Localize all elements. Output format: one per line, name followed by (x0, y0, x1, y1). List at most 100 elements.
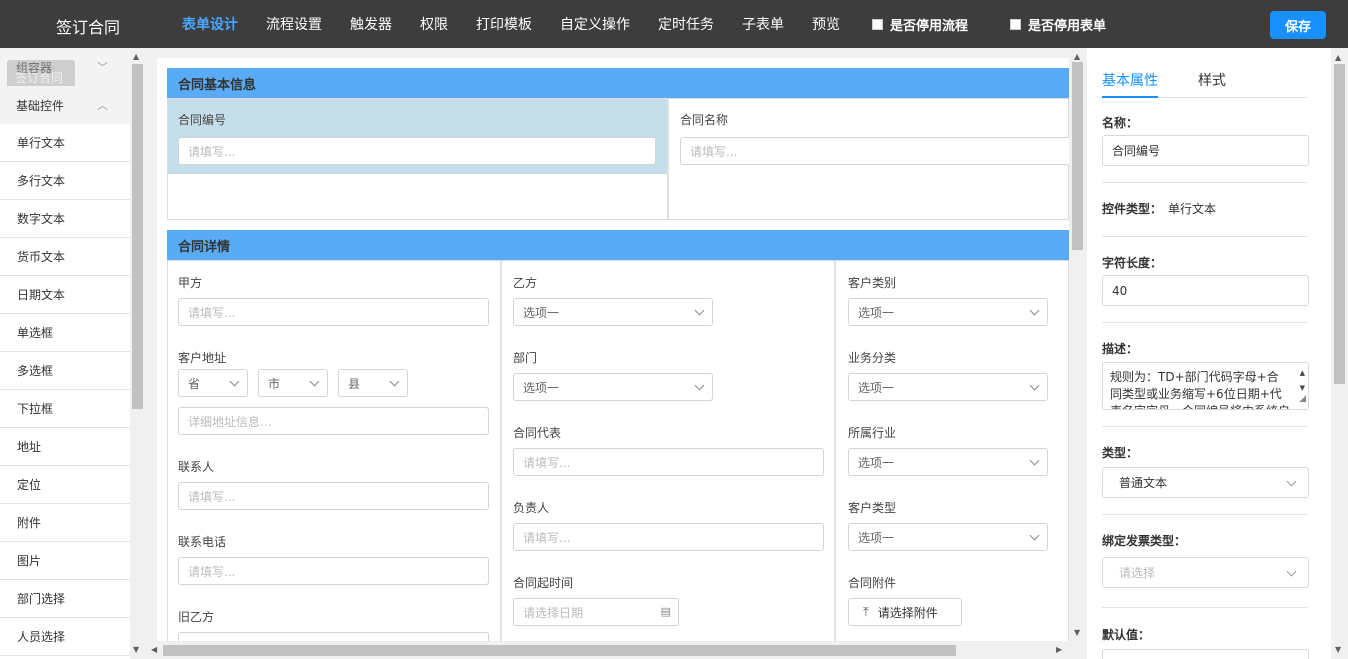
disable-form-checkbox[interactable]: 是否停用表单 (1010, 15, 1106, 34)
scroll-up-icon[interactable]: ▲ (1335, 53, 1341, 62)
old-party-b-input[interactable] (178, 632, 489, 641)
column-divider[interactable] (667, 99, 669, 219)
palette-item-location[interactable]: 定位 (0, 466, 130, 504)
canvas-horizontal-scrollbar[interactable]: ◀ ▶ (145, 641, 1069, 659)
palette-item-radio[interactable]: 单选框 (0, 314, 130, 352)
palette-item-number[interactable]: 数字文本 (0, 200, 130, 238)
start-date-placeholder: 请选择日期 (523, 605, 584, 620)
chevron-down-icon (229, 376, 240, 387)
canvas-vertical-scrollbar[interactable]: ▲ ▼ (1069, 48, 1087, 641)
chevron-down-icon (1286, 476, 1297, 487)
column-divider[interactable] (500, 261, 502, 641)
palette-item-user-select[interactable]: 人员选择 (0, 618, 130, 656)
scroll-left-icon[interactable]: ◀ (151, 645, 157, 654)
scrollbar-thumb[interactable] (132, 64, 143, 409)
party-b-value: 选项一 (523, 305, 560, 320)
attachment-label: 合同附件 (848, 576, 897, 590)
party-a-input[interactable]: 请填写... (178, 298, 489, 326)
rep-input[interactable]: 请填写... (513, 448, 824, 476)
city-select[interactable]: 市 (258, 369, 328, 397)
default-value-input[interactable] (1102, 649, 1309, 659)
section-basic-info: 合同编号 请填写... 合同名称 请填写... (167, 98, 1069, 220)
chevron-down-icon[interactable]: ﹀ (97, 59, 108, 75)
type-label: 类型： (1102, 446, 1139, 460)
calendar-icon[interactable]: ▤ (661, 605, 671, 618)
palette-item-single-text[interactable]: 单行文本 (0, 124, 130, 162)
section-basic-info-header[interactable]: 合同基本信息 (167, 68, 1069, 98)
owner-input[interactable]: 请填写... (513, 523, 824, 551)
divider (1102, 426, 1308, 427)
scroll-right-icon[interactable]: ▶ (1056, 645, 1062, 654)
disable-flow-checkbox[interactable]: 是否停用流程 (872, 15, 968, 34)
cust-type-select[interactable]: 选项一 (848, 523, 1048, 551)
scroll-down-icon[interactable]: ▼ (1074, 628, 1080, 637)
invoice-type-select[interactable]: 请选择 (1102, 557, 1309, 588)
section-details-header[interactable]: 合同详情 (167, 230, 1069, 260)
palette-item-image[interactable]: 图片 (0, 542, 130, 580)
dept-select[interactable]: 选项一 (513, 373, 713, 401)
nav-permissions[interactable]: 权限 (420, 14, 448, 34)
palette-item-dept-select[interactable]: 部门选择 (0, 580, 130, 618)
palette-item-dropdown[interactable]: 下拉框 (0, 390, 130, 428)
resize-handle-icon[interactable]: ◢ (1299, 391, 1306, 408)
palette-item-checkbox[interactable]: 多选框 (0, 352, 130, 390)
scroll-up-icon[interactable]: ▲ (133, 52, 139, 61)
province-select[interactable]: 省 (178, 369, 248, 397)
palette-item-address[interactable]: 地址 (0, 428, 130, 466)
scroll-down-icon[interactable]: ▼ (133, 645, 139, 654)
app-title: 签订合同 (56, 18, 121, 37)
divider (1102, 236, 1308, 237)
party-a-label: 甲方 (178, 276, 203, 290)
checkbox-icon[interactable] (872, 18, 883, 30)
biz-category-select[interactable]: 选项一 (848, 373, 1048, 401)
properties-scrollbar[interactable]: ▲ ▼ (1331, 48, 1348, 659)
nav-subform[interactable]: 子表单 (742, 14, 784, 34)
description-textarea[interactable]: 规则为：TD+部门代码字母+合同类型或业务缩写+6位日期+代表名字字母，合同编号… (1102, 362, 1309, 410)
chevron-up-icon[interactable]: ︿ (97, 97, 108, 113)
start-date-picker[interactable]: 请选择日期 ▤ (513, 598, 679, 626)
phone-input[interactable]: 请填写... (178, 557, 489, 585)
scrollbar-thumb[interactable] (1334, 64, 1345, 384)
party-b-select[interactable]: 选项一 (513, 298, 713, 326)
select-attachment-button[interactable]: ⤒ 请选择附件 (848, 598, 962, 626)
palette-scrollbar[interactable]: ▲ ▼ (130, 48, 145, 659)
drag-ghost-label: 签订合同 (15, 70, 64, 85)
address-detail-input[interactable]: 详细地址信息... (178, 407, 489, 435)
scrollbar-thumb[interactable] (163, 645, 956, 656)
palette-item-date[interactable]: 日期文本 (0, 276, 130, 314)
tab-style[interactable]: 样式 (1198, 70, 1226, 90)
control-type-label: 控件类型： (1102, 202, 1163, 216)
contract-no-input[interactable]: 请填写... (178, 137, 656, 165)
tab-basic-properties[interactable]: 基本属性 (1102, 70, 1158, 90)
form-canvas: 合同基本信息 合同编号 请填写... 合同名称 请填写... 合同详情 甲方 请… (157, 58, 1069, 641)
scroll-down-icon[interactable]: ▼ (1335, 645, 1341, 654)
nav-flow-settings[interactable]: 流程设置 (266, 14, 322, 34)
name-input[interactable]: 合同编号 (1102, 135, 1309, 166)
nav-preview[interactable]: 预览 (812, 14, 840, 34)
rep-label: 合同代表 (513, 426, 562, 440)
group-container-header[interactable]: 组容器 ﹀ 签订合同 (0, 48, 130, 94)
disable-flow-label: 是否停用流程 (890, 18, 969, 34)
column-divider[interactable] (834, 261, 836, 641)
scroll-up-icon[interactable]: ▲ (1074, 52, 1080, 61)
checkbox-icon[interactable] (1010, 18, 1022, 30)
length-input[interactable]: 40 (1102, 275, 1309, 306)
cust-category-value: 选项一 (858, 305, 895, 320)
industry-select[interactable]: 选项一 (848, 448, 1048, 476)
palette-item-attachment[interactable]: 附件 (0, 504, 130, 542)
nav-custom-actions[interactable]: 自定义操作 (560, 14, 630, 34)
palette-item-multi-text[interactable]: 多行文本 (0, 162, 130, 200)
county-select[interactable]: 县 (338, 369, 408, 397)
cust-category-select[interactable]: 选项一 (848, 298, 1048, 326)
nav-form-design[interactable]: 表单设计 (182, 14, 238, 34)
contract-name-input[interactable]: 请填写... (680, 137, 1069, 165)
contact-input[interactable]: 请填写... (178, 482, 489, 510)
nav-print-template[interactable]: 打印模板 (476, 14, 532, 34)
save-button[interactable]: 保存 (1270, 11, 1326, 39)
nav-triggers[interactable]: 触发器 (350, 14, 392, 34)
nav-scheduled-tasks[interactable]: 定时任务 (658, 14, 714, 34)
scrollbar-thumb[interactable] (1072, 62, 1083, 250)
palette-item-currency[interactable]: 货币文本 (0, 238, 130, 276)
type-select[interactable]: 普通文本 (1102, 467, 1309, 498)
group-basic-header[interactable]: 基础控件 ︿ (0, 86, 130, 124)
